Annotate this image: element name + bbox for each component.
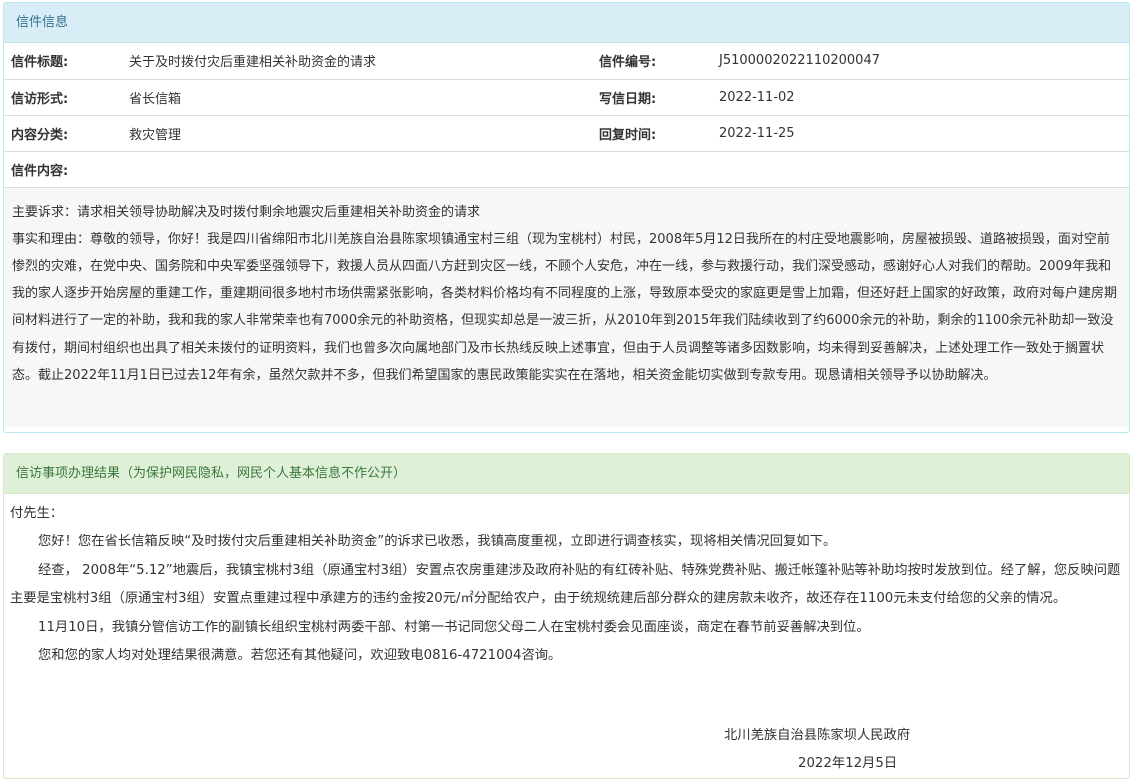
facts-reasons-text: 事实和理由：尊敬的领导，你好！我是四川省绵阳市北川羌族自治县陈家坝镇通宝村三组（… xyxy=(12,231,1118,383)
letter-content-body: 主要诉求：请求相关领导协助解决及时拨付剩余地震灾后重建相关补助资金的请求 事实和… xyxy=(4,187,1129,427)
signature-date: 2022年12月5日 xyxy=(798,756,898,771)
letter-title-value: 关于及时拨付灾后重建相关补助资金的请求 xyxy=(122,43,592,80)
reply-time-label: 回复时间: xyxy=(592,115,712,152)
reply-time-value: 2022-11-25 xyxy=(712,115,1129,152)
content-category-label: 内容分类: xyxy=(4,115,122,152)
signature-org: 北川羌族自治县陈家坝人民政府 xyxy=(724,728,911,743)
reply-paragraph: 您好！您在省长信箱反映“及时拨付灾后重建相关补助资金”的诉求已收悉，我镇高度重视… xyxy=(38,534,837,550)
letter-number-label: 信件编号: xyxy=(592,43,712,80)
letter-info-table: 信件标题: 关于及时拨付灾后重建相关补助资金的请求 信件编号: J5100002… xyxy=(4,43,1129,188)
letter-title-label: 信件标题: xyxy=(4,43,122,80)
petition-form-label: 信访形式: xyxy=(4,79,122,116)
write-date-label: 写信日期: xyxy=(592,79,712,116)
reply-signature: 北川羌族自治县陈家坝人民政府 2022年12月5日 xyxy=(724,722,910,778)
handling-result-panel: 信访事项办理结果（为保护网民隐私，网民个人基本信息不作公开） 付先生： 您好！您… xyxy=(3,453,1130,779)
reply-paragraph: 您和您的家人均对处理结果很满意。若您还有其他疑问，欢迎致电0816-472100… xyxy=(38,648,562,664)
write-date-value: 2022-11-02 xyxy=(712,79,1129,116)
reply-greeting: 付先生： xyxy=(10,506,64,521)
letter-info-panel: 信件信息 信件标题: 关于及时拨付灾后重建相关补助资金的请求 信件编号: J51… xyxy=(3,2,1130,433)
reply-paragraph: 11月10日，我镇分管信访工作的副镇长组织宝桃村两委干部、村第一书记同您父母二人… xyxy=(38,619,870,635)
table-row: 信件内容: xyxy=(4,151,1129,188)
table-row: 信访形式: 省长信箱 写信日期: 2022-11-02 xyxy=(4,79,1129,116)
table-row: 信件标题: 关于及时拨付灾后重建相关补助资金的请求 信件编号: J5100002… xyxy=(4,43,1129,80)
main-appeal-text: 主要诉求：请求相关领导协助解决及时拨付剩余地震灾后重建相关补助资金的请求 xyxy=(12,204,481,220)
letter-content-label: 信件内容: xyxy=(4,151,1129,188)
letter-info-heading: 信件信息 xyxy=(4,3,1129,43)
letter-number-value: J5100002022110200047 xyxy=(712,43,1129,80)
handling-result-heading: 信访事项办理结果（为保护网民隐私，网民个人基本信息不作公开） xyxy=(4,454,1129,494)
petition-form-value: 省长信箱 xyxy=(122,79,592,116)
reply-paragraph: 经查， 2008年“5.12”地震后，我镇宝桃村3组（原通宝村3组）安置点农房重… xyxy=(10,562,1121,607)
reply-body: 付先生： 您好！您在省长信箱反映“及时拨付灾后重建相关补助资金”的诉求已收悉，我… xyxy=(4,494,1129,670)
table-row: 内容分类: 救灾管理 回复时间: 2022-11-25 xyxy=(4,115,1129,152)
content-category-value: 救灾管理 xyxy=(122,115,592,152)
